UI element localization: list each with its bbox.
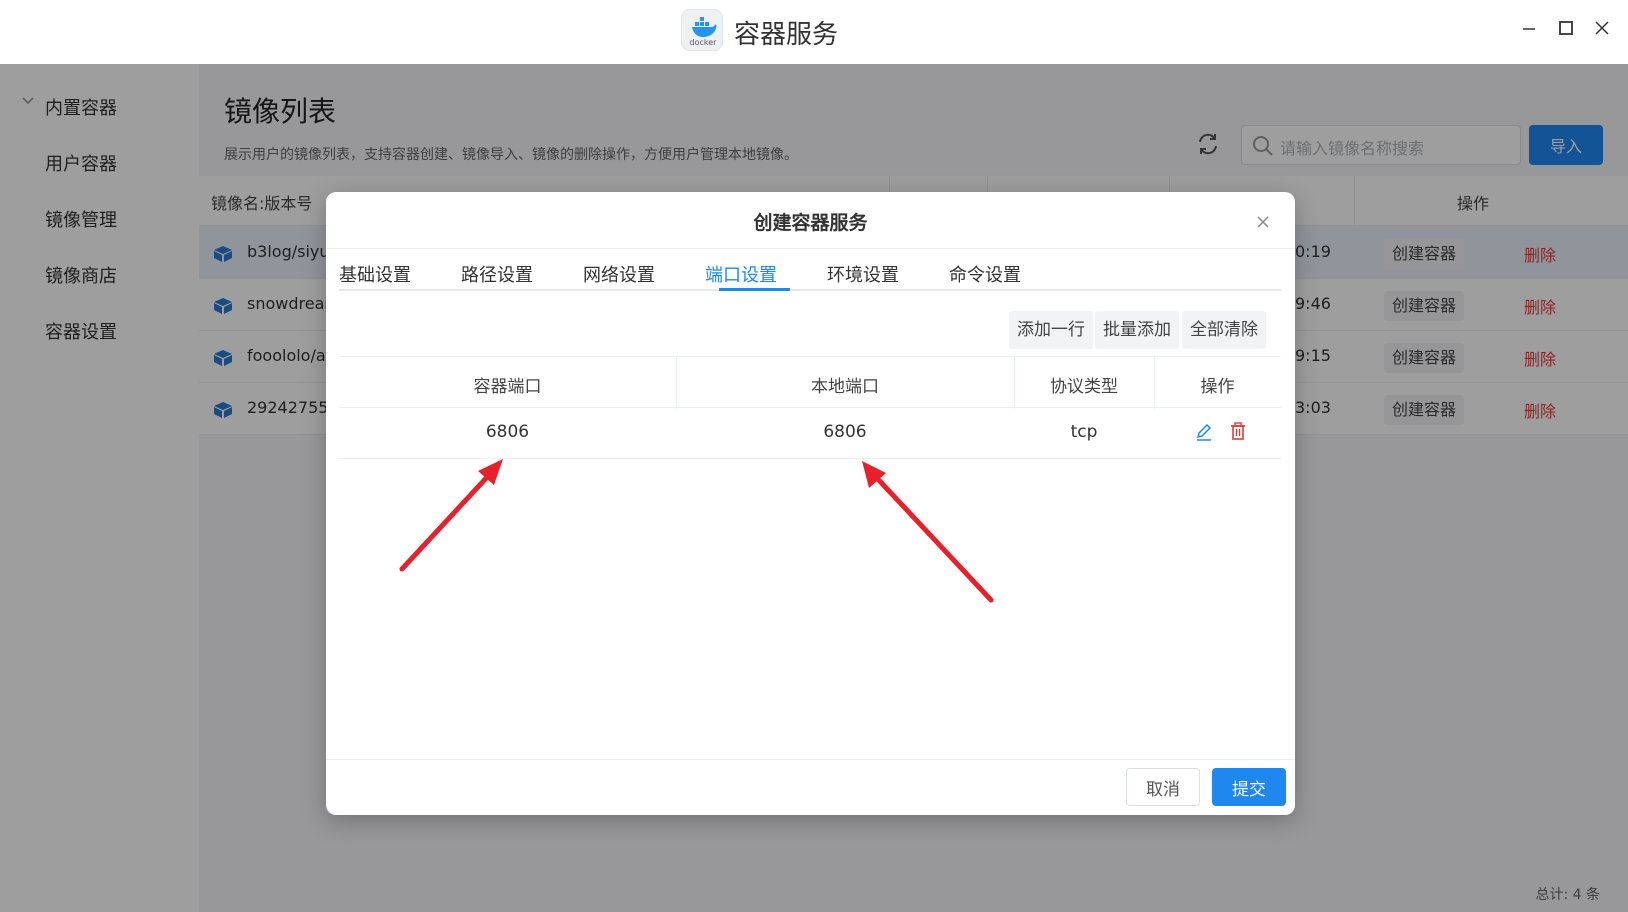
- annotation-arrows: [399, 459, 994, 603]
- annotation-arrow-local-port: [862, 461, 994, 603]
- annotation-arrow-container-port: [399, 459, 503, 572]
